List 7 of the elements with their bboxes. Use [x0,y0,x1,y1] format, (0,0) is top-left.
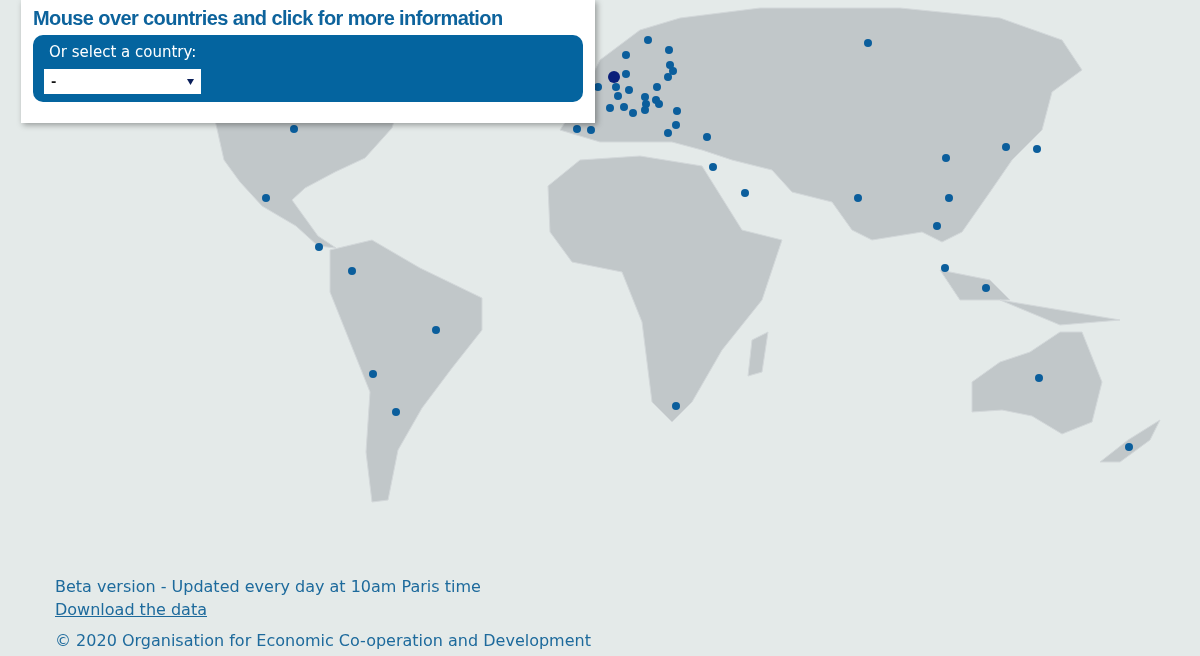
country-select[interactable]: - [44,69,201,94]
update-note: Beta version - Updated every day at 10am Paris time [55,576,482,598]
caret-icon [187,78,194,85]
download-link[interactable]: Download the data [55,598,207,621]
panel-title: Mouse over countries and click for more information [33,6,504,31]
copyright-text: © 2020 Organisation for Economic Co-operation and Development [55,630,592,652]
select-label: Or select a country: [49,42,197,62]
